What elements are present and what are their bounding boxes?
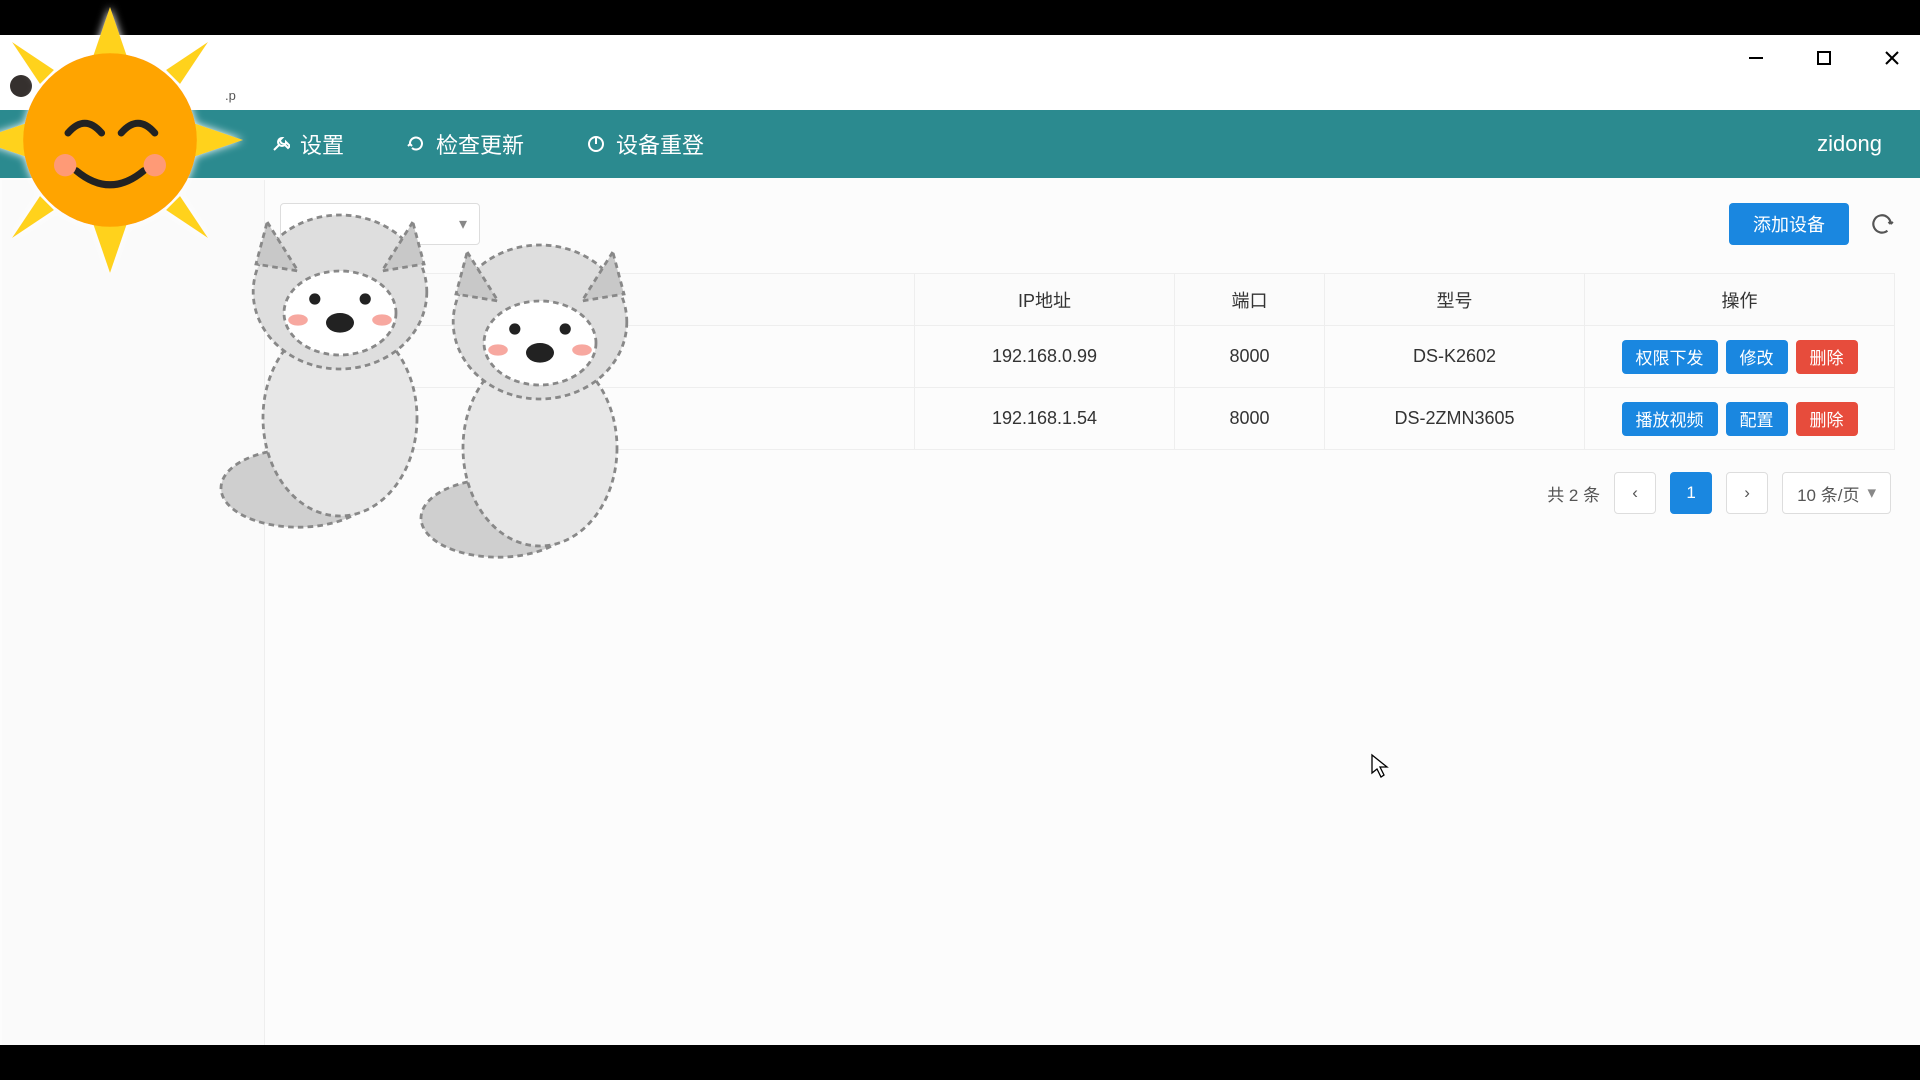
row-action-button[interactable]: 修改: [1726, 340, 1788, 374]
nav-device-relogin[interactable]: 设备重登: [586, 128, 704, 160]
table-cell-model: DS-2ZMN3605: [1325, 388, 1585, 450]
table-header-model: 型号: [1325, 274, 1585, 326]
table-cell-ops: 权限下发修改删除: [1585, 326, 1895, 388]
path-bar: .p: [0, 80, 1920, 110]
window-titlebar: [0, 35, 1920, 80]
pagination-page-1[interactable]: 1: [1670, 472, 1712, 514]
table-cell-port: 8000: [1175, 388, 1325, 450]
nav-check-update[interactable]: 检查更新: [406, 128, 524, 160]
power-icon: [586, 134, 606, 154]
nav-device-relogin-label: 设备重登: [616, 128, 704, 160]
add-device-button[interactable]: 添加设备: [1729, 203, 1849, 245]
window-close-button[interactable]: [1882, 48, 1902, 68]
cursor-icon: [1370, 753, 1390, 779]
table-cell-ip: 192.168.0.99: [915, 326, 1175, 388]
pagination-size-label: 10 条/页: [1797, 481, 1859, 506]
row-action-button[interactable]: 删除: [1796, 402, 1858, 436]
refresh-icon: [406, 134, 426, 154]
refresh-button[interactable]: [1869, 211, 1895, 237]
table-cell-ip: 192.168.1.54: [915, 388, 1175, 450]
user-name: zidong: [1817, 131, 1882, 157]
user-menu[interactable]: zidong: [1817, 131, 1920, 157]
table-cell-model: DS-K2602: [1325, 326, 1585, 388]
window-minimize-button[interactable]: [1746, 48, 1766, 68]
row-action-button[interactable]: 配置: [1726, 402, 1788, 436]
fox-sticker-2: [400, 210, 680, 570]
window-maximize-button[interactable]: [1814, 48, 1834, 68]
table-cell-port: 8000: [1175, 326, 1325, 388]
table-header-port: 端口: [1175, 274, 1325, 326]
pagination-size-select[interactable]: 10 条/页 ▾: [1782, 472, 1891, 514]
table-header-ip: IP地址: [915, 274, 1175, 326]
pagination-total: 共 2 条: [1547, 481, 1600, 506]
wrench-icon: [270, 134, 290, 154]
row-action-button[interactable]: 播放视频: [1622, 402, 1718, 436]
table-cell-ops: 播放视频配置删除: [1585, 388, 1895, 450]
table-header-ops: 操作: [1585, 274, 1895, 326]
nav-settings-label: 设置: [300, 128, 344, 160]
chevron-down-icon: ▾: [1867, 483, 1876, 503]
nav-check-update-label: 检查更新: [436, 128, 524, 160]
row-action-button[interactable]: 权限下发: [1622, 340, 1718, 374]
main-navbar: 设置 检查更新 设备重登 zidong: [0, 110, 1920, 178]
pagination-prev[interactable]: ‹: [1614, 472, 1656, 514]
nav-settings[interactable]: 设置: [270, 128, 344, 160]
row-action-button[interactable]: 删除: [1796, 340, 1858, 374]
pagination-next[interactable]: ›: [1726, 472, 1768, 514]
